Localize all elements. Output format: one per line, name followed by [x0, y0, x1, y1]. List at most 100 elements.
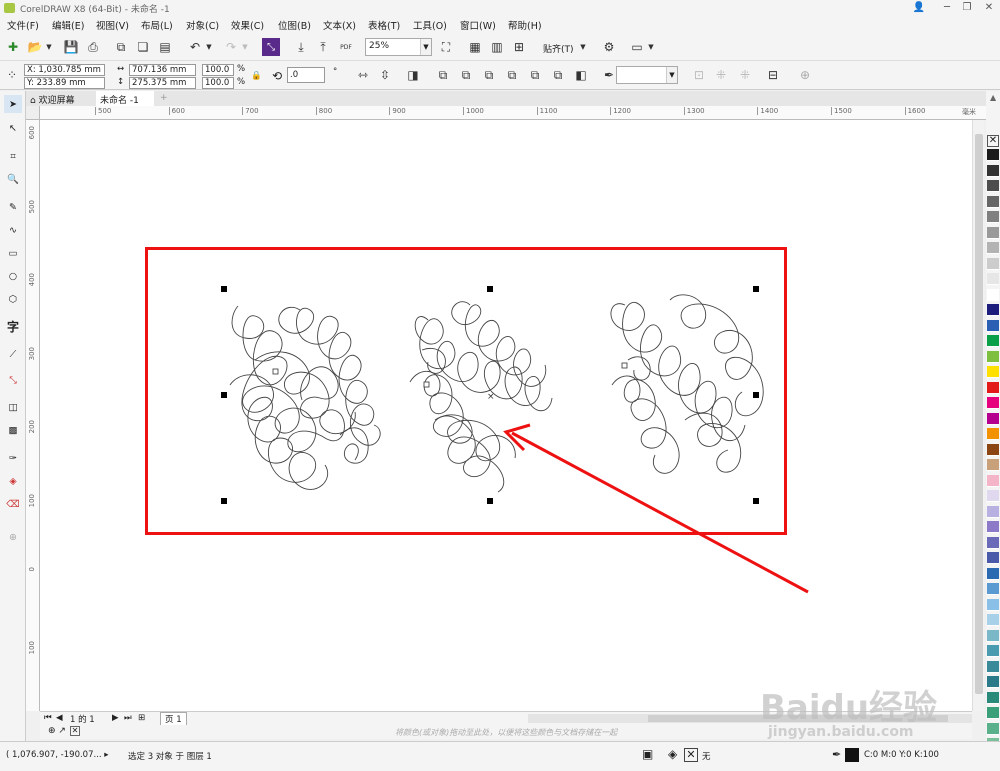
selection-handle[interactable] [753, 498, 759, 504]
scale-width-field[interactable]: 100.0 [202, 64, 234, 76]
reference-point-icon[interactable]: ⁘ [3, 66, 21, 84]
snap-dropdown-icon[interactable]: ▼ [578, 38, 588, 56]
redo-dropdown-icon[interactable]: ▼ [240, 38, 250, 56]
document-palette-icon[interactable]: ⊕ ↗ [48, 726, 66, 736]
menu-tools[interactable]: 工具(O) [413, 18, 447, 32]
palette-swatch[interactable] [987, 304, 999, 316]
palette-swatch[interactable] [987, 350, 999, 363]
eyedropper-icon[interactable]: ✑ [4, 449, 22, 467]
tab-document[interactable]: 未命名 -1 [96, 91, 154, 106]
page-last-icon[interactable]: ⏭ [124, 713, 132, 723]
print-icon[interactable]: ⎙ [84, 38, 102, 56]
zoom-level-select[interactable]: 25% ▼ [365, 38, 432, 56]
palette-swatch[interactable] [987, 164, 999, 177]
drawing-canvas[interactable]: × [40, 120, 972, 711]
palette-swatch[interactable] [987, 242, 999, 254]
palette-swatch[interactable] [987, 412, 999, 425]
palette-swatch[interactable] [987, 552, 999, 564]
palette-swatch[interactable] [987, 707, 999, 719]
undo-dropdown-icon[interactable]: ▼ [204, 38, 214, 56]
palette-swatch[interactable] [987, 598, 999, 611]
menu-layout[interactable]: 布局(L) [141, 18, 173, 32]
account-icon[interactable]: 👤 [908, 0, 930, 15]
palette-swatch[interactable] [987, 722, 999, 735]
front-minus-back-icon[interactable]: ⧉ [549, 66, 567, 84]
menu-window[interactable]: 窗口(W) [460, 18, 496, 32]
open-folder-icon[interactable]: 📂 [26, 38, 44, 56]
selection-handle[interactable] [221, 286, 227, 292]
palette-swatch[interactable] [987, 691, 999, 704]
show-grid-icon[interactable]: ▥ [488, 38, 506, 56]
palette-swatch[interactable] [987, 428, 999, 440]
rotation-angle-field[interactable]: .0 [287, 67, 325, 83]
connector-tool-icon[interactable]: ⤡ [4, 371, 22, 389]
horizontal-ruler[interactable]: 500 600 700 800 900 1000 1100 1200 1300 1400 1500 1… [40, 106, 988, 120]
drop-shadow-icon[interactable]: ◫ [4, 398, 22, 416]
menu-file[interactable]: 文件(F) [7, 18, 39, 32]
text-tool-icon[interactable]: 字 [4, 317, 22, 335]
undo-icon[interactable]: ↶ [186, 38, 204, 56]
lock-ratio-icon[interactable]: 🔒 [251, 71, 262, 81]
new-document-icon[interactable]: ✚ [4, 38, 22, 56]
new-tab-icon[interactable]: + [156, 91, 172, 106]
weld-icon[interactable]: ⧉ [457, 66, 475, 84]
save-icon[interactable]: 💾 [62, 38, 80, 56]
tab-welcome[interactable]: ⌂ 欢迎屏幕 [26, 91, 94, 106]
palette-swatch[interactable] [987, 629, 999, 642]
ellipse-tool-icon[interactable]: ○ [4, 267, 22, 285]
height-field[interactable]: 275.375 mm [129, 77, 196, 89]
combine-icon[interactable]: ⧉ [434, 66, 452, 84]
palette-swatch[interactable] [987, 273, 999, 285]
palette-swatch[interactable] [987, 536, 999, 549]
palette-swatch[interactable] [987, 381, 999, 394]
selection-handle[interactable] [221, 392, 227, 398]
palette-scroll-up-icon[interactable]: ▲ [990, 93, 996, 102]
parallel-dimension-icon[interactable]: ⟋ [4, 345, 22, 363]
palette-swatch[interactable] [987, 226, 999, 239]
palette-swatch[interactable] [987, 180, 999, 192]
selection-handle[interactable] [487, 286, 493, 292]
trim-icon[interactable]: ⧉ [480, 66, 498, 84]
palette-swatch[interactable] [987, 288, 999, 301]
width-field[interactable]: 707.136 mm [129, 64, 196, 76]
vertical-ruler[interactable]: 600 500 400 300 200 100 0 100 [26, 106, 40, 711]
publish-pdf-icon[interactable]: PDF [337, 38, 355, 56]
palette-swatch[interactable] [987, 366, 999, 378]
palette-swatch[interactable] [987, 211, 999, 223]
rectangle-tool-icon[interactable]: ▭ [4, 244, 22, 262]
menu-text[interactable]: 文本(X) [323, 18, 356, 32]
artistic-media-icon[interactable]: ∿ [4, 221, 22, 239]
intersect-icon[interactable]: ⧉ [503, 66, 521, 84]
search-content-icon[interactable]: ⤡ [262, 38, 280, 56]
freehand-tool-icon[interactable]: ✎ [4, 198, 22, 216]
palette-swatch[interactable] [987, 319, 999, 332]
add-icon[interactable]: ⊕ [796, 66, 814, 84]
page-prev-icon[interactable]: ◀ [56, 713, 63, 723]
palette-swatch[interactable] [987, 397, 999, 409]
scrollbar-thumb[interactable] [975, 134, 983, 694]
palette-swatch[interactable] [987, 614, 999, 626]
palette-swatch[interactable] [987, 443, 999, 456]
outline-width-select[interactable]: ▼ [616, 66, 678, 84]
palette-swatch[interactable] [987, 335, 999, 347]
selection-handle[interactable] [221, 498, 227, 504]
export-icon[interactable]: ⤒ [314, 38, 332, 56]
cut-icon[interactable]: ⧉ [112, 38, 130, 56]
group-icon[interactable]: ◨ [404, 66, 422, 84]
paste-icon[interactable]: ▤ [156, 38, 174, 56]
mirror-horizontal-icon[interactable]: ⇿ [354, 66, 372, 84]
full-screen-icon[interactable]: ⛶ [437, 38, 455, 56]
x-position-field[interactable]: X: 1,030.785 mm [24, 64, 105, 76]
vertical-scrollbar[interactable] [972, 120, 984, 711]
color-proofing-icon[interactable]: ▣ [642, 747, 653, 761]
crop-tool-icon[interactable]: ⌗ [4, 147, 22, 165]
selection-handle[interactable] [487, 498, 493, 504]
selection-handle[interactable] [753, 286, 759, 292]
redo-icon[interactable]: ↷ [222, 38, 240, 56]
palette-swatch[interactable] [987, 676, 999, 688]
zoom-tool-icon[interactable]: 🔍 [4, 170, 22, 188]
page-tab-1[interactable]: 页 1 [160, 712, 187, 726]
smart-fill-icon[interactable]: ⌫ [4, 495, 22, 513]
palette-swatch[interactable] [987, 195, 999, 208]
scale-height-field[interactable]: 100.0 [202, 77, 234, 89]
